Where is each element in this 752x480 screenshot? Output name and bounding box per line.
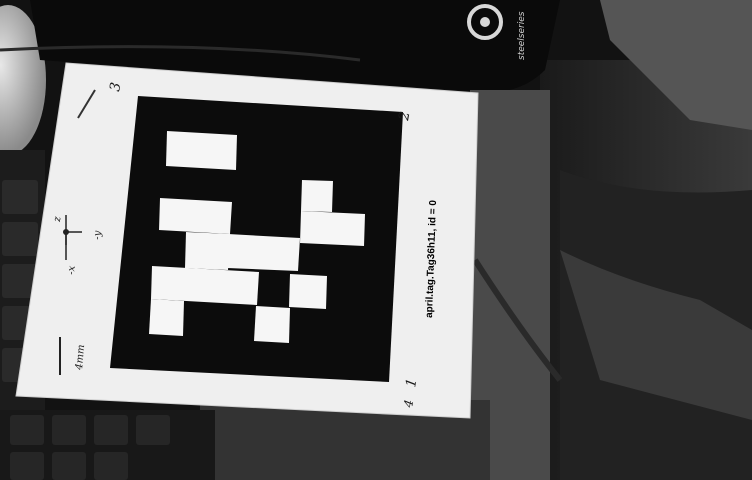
tag-cell <box>151 266 259 305</box>
photograph: steelseries april.tag.Tag36h11, id = 0 3… <box>0 0 752 480</box>
tag-cell <box>301 180 333 212</box>
tag-cell <box>166 131 237 170</box>
tag-cell <box>159 198 232 234</box>
photo-scene: steelseries april.tag.Tag36h11, id = 0 3… <box>0 0 752 480</box>
axis-label-x: -x <box>66 265 78 275</box>
tag-cell <box>185 232 230 270</box>
tag-cell <box>227 234 300 271</box>
axis-label-y: -y <box>92 230 104 240</box>
tag-cell <box>149 299 184 336</box>
tag-cell <box>300 211 365 246</box>
tag-cell <box>254 306 290 343</box>
scale-label: 4mm <box>74 344 87 371</box>
brand-logo-text: steelseries <box>517 11 527 60</box>
tag-cell <box>289 274 327 309</box>
